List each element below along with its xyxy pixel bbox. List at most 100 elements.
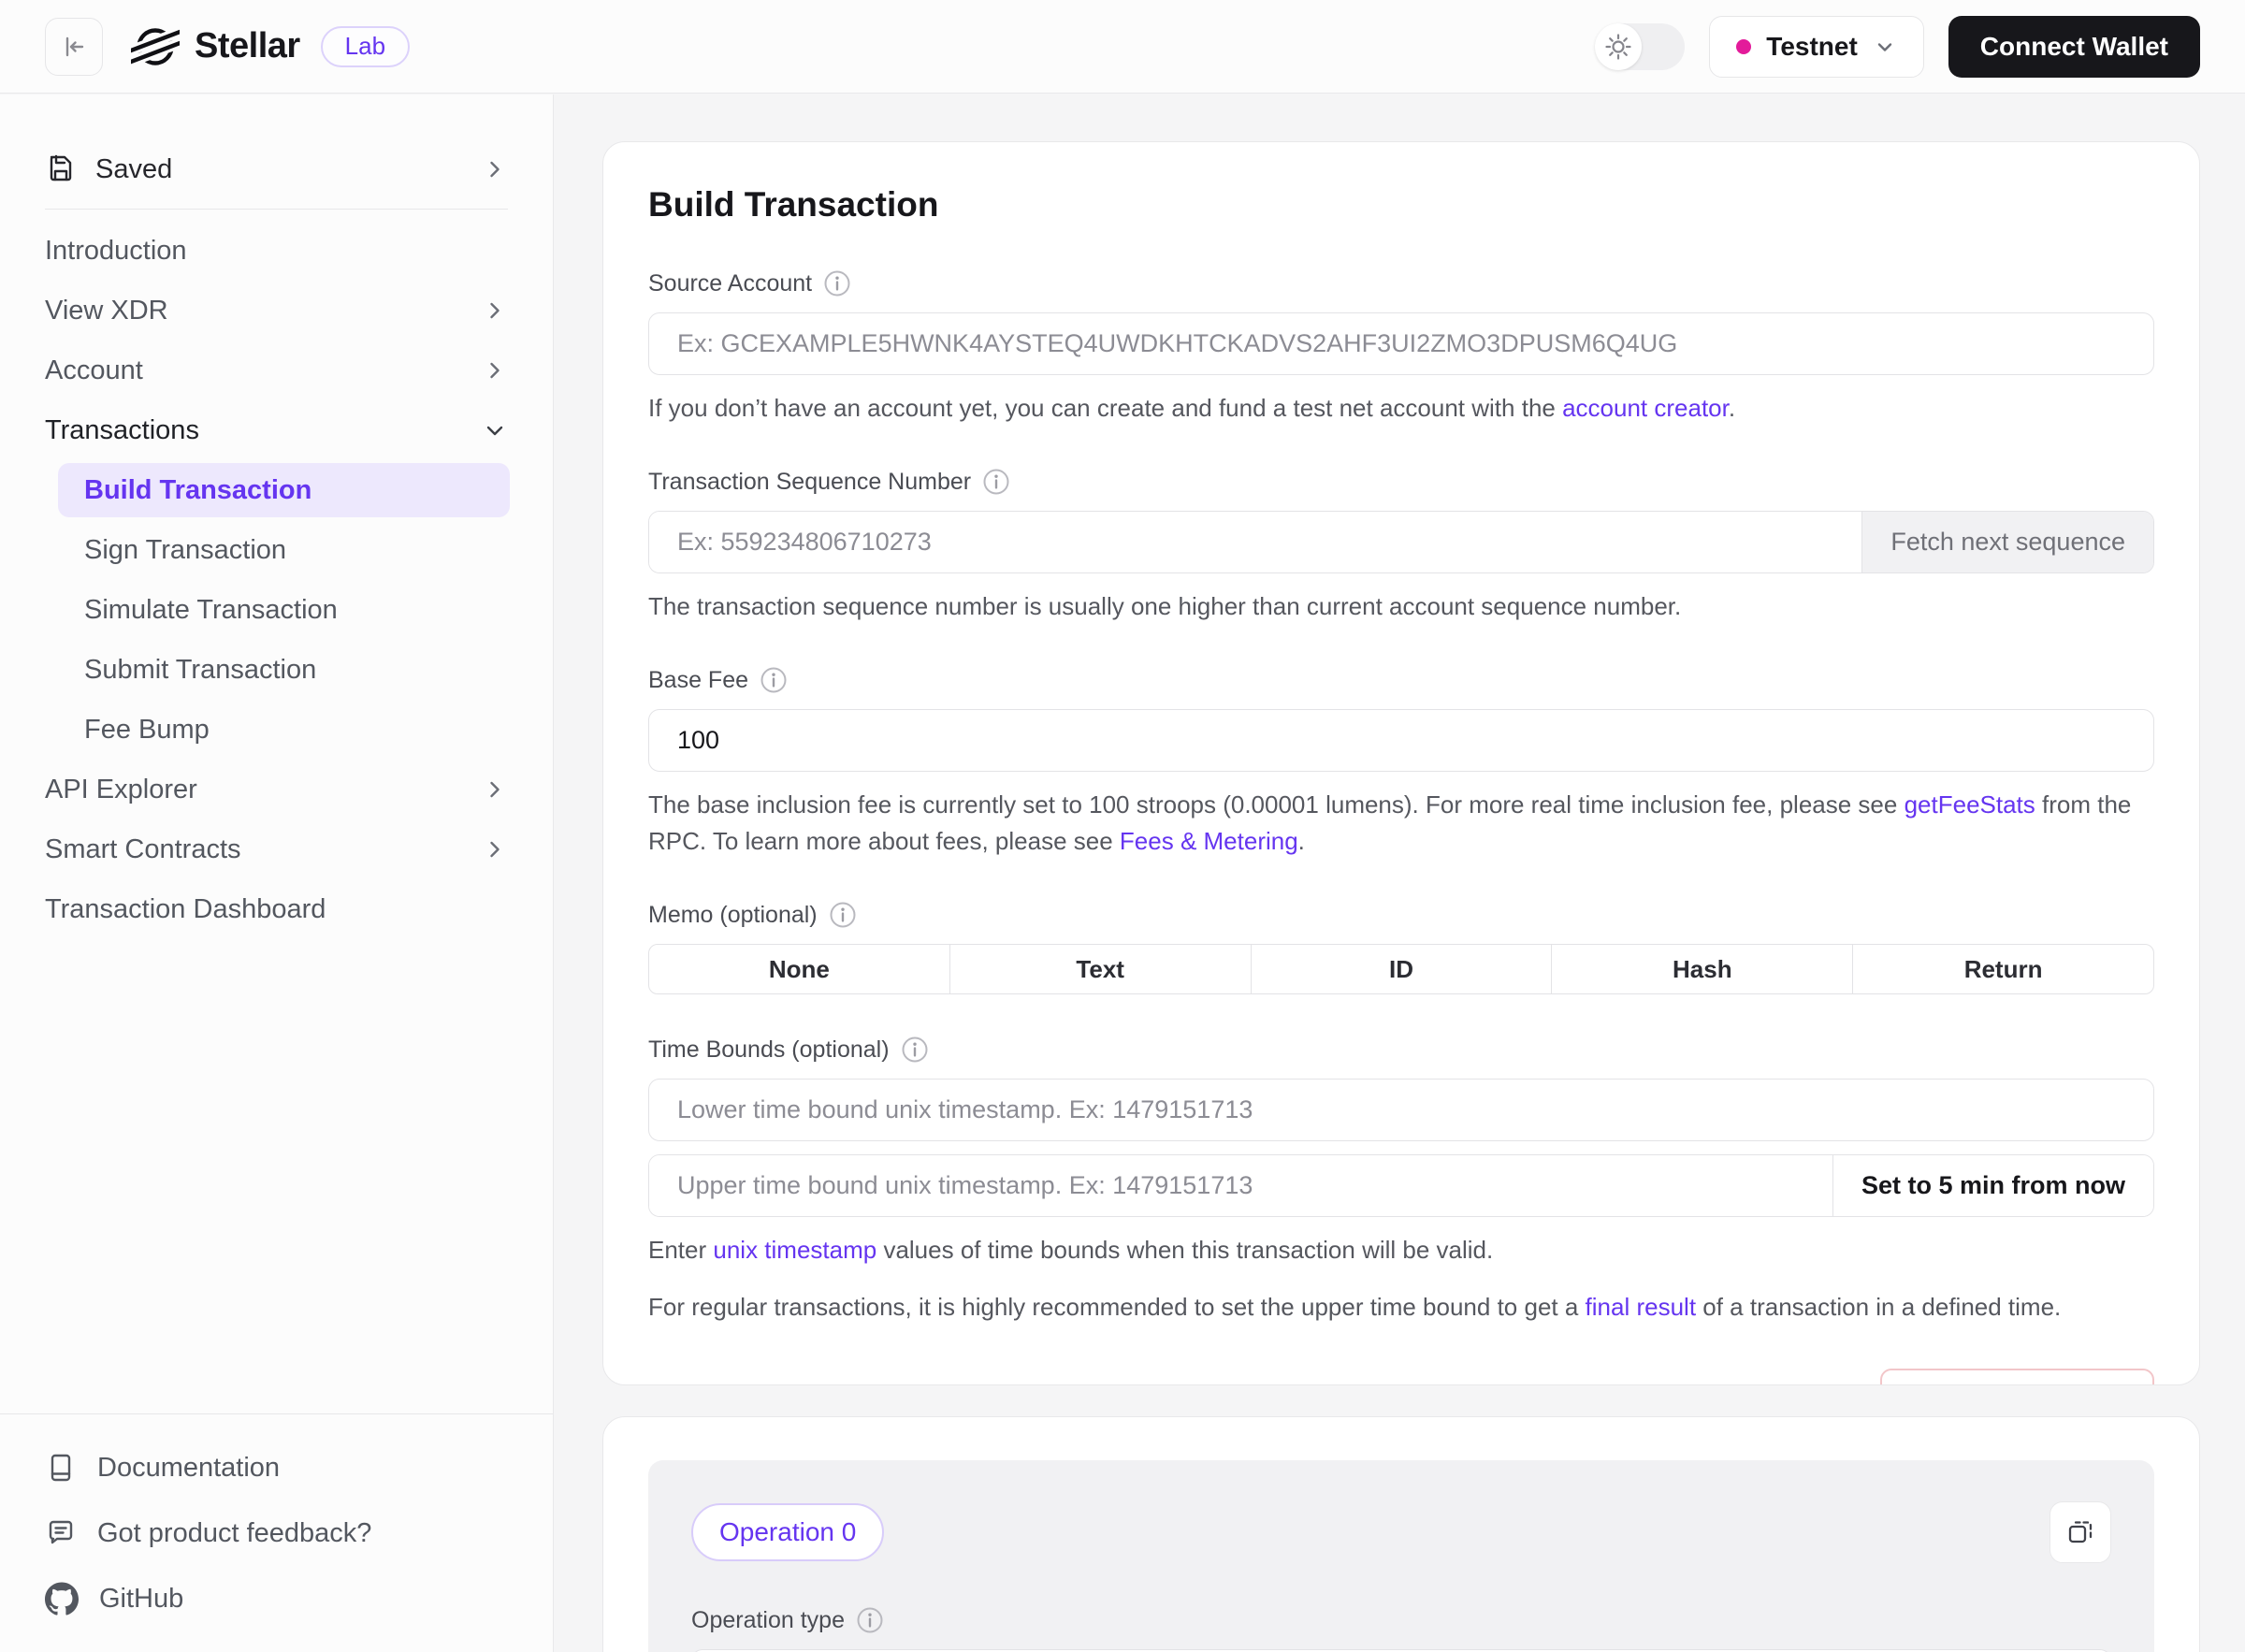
sidebar-item-label: Documentation [97,1453,280,1484]
memo-tab-hash[interactable]: Hash [1551,945,1852,993]
sidebar-item-label: Introduction [45,236,187,267]
sidebar-item-label: GitHub [99,1584,183,1615]
sidebar-item-label: Account [45,355,143,386]
info-icon[interactable] [823,269,851,297]
info-icon[interactable] [982,468,1010,496]
network-label: Testnet [1766,32,1858,62]
info-icon[interactable] [856,1606,884,1634]
clear-params-label: Clear Params [1910,1384,2083,1386]
lab-badge: Lab [321,26,410,67]
sidebar-item-sign-transaction[interactable]: Sign Transaction [0,520,553,580]
sidebar-item-documentation[interactable]: Documentation [0,1435,553,1500]
info-icon[interactable] [829,901,857,929]
chevron-right-icon [482,776,508,803]
helper-text: Enter [648,1236,713,1264]
base-fee-label: Base Fee [648,667,748,694]
source-account-label: Source Account [648,270,812,297]
set-5-min-button[interactable]: Set to 5 min from now [1832,1155,2153,1216]
sidebar-item-smart-contracts[interactable]: Smart Contracts [0,819,553,879]
time-bounds-label: Time Bounds (optional) [648,1036,890,1064]
helper-text: The base inclusion fee is currently set … [648,790,1905,819]
chevron-right-icon [482,297,508,324]
sidebar-item-label: Transactions [45,415,199,446]
sidebar-item-account[interactable]: Account [0,341,553,400]
operations-card: Operation 0 Operation type Sel [602,1416,2200,1652]
getfeestats-link[interactable]: getFeeStats [1905,790,2035,819]
save-icon [45,153,77,185]
sidebar-item-introduction[interactable]: Introduction [0,221,553,281]
sidebar: Saved Introduction View XDR Account Tran… [0,94,554,1652]
lower-time-bound-input[interactable] [648,1079,2154,1141]
memo-label: Memo (optional) [648,902,818,929]
sidebar-item-label: API Explorer [45,775,197,805]
operation-badge: Operation 0 [691,1503,884,1561]
sidebar-item-api-explorer[interactable]: API Explorer [0,760,553,819]
theme-toggle-knob [1595,23,1642,70]
theme-toggle[interactable] [1595,23,1685,70]
sidebar-item-view-xdr[interactable]: View XDR [0,281,553,341]
collapse-sidebar-button[interactable] [45,18,103,76]
sidebar-item-build-transaction[interactable]: Build Transaction [58,463,510,517]
chevron-down-icon [1873,35,1897,59]
sidebar-item-fee-bump[interactable]: Fee Bump [0,700,553,760]
upper-time-bound-input[interactable] [649,1155,1832,1216]
sidebar-item-github[interactable]: GitHub [0,1566,553,1631]
sequence-helper: The transaction sequence number is usual… [648,588,2154,625]
memo-tab-none[interactable]: None [649,945,949,993]
info-icon[interactable] [760,666,788,694]
sequence-number-input[interactable] [649,512,1861,572]
memo-tab-id[interactable]: ID [1251,945,1552,993]
top-header: Stellar Lab Testnet Connect W [0,0,2245,94]
sidebar-nav: Saved Introduction View XDR Account Tran… [0,94,553,1413]
helper-text: values of time bounds when this transact… [876,1236,1493,1264]
sidebar-item-label: Submit Transaction [84,655,316,686]
network-status-dot [1736,39,1751,54]
sidebar-item-label: Fee Bump [84,715,210,746]
collapse-sidebar-icon [59,32,89,62]
sidebar-item-label: Transaction Dashboard [45,894,326,925]
source-account-helper: If you don’t have an account yet, you ca… [648,390,2154,427]
sidebar-item-transaction-dashboard[interactable]: Transaction Dashboard [0,879,553,939]
memo-tab-return[interactable]: Return [1852,945,2153,993]
brand-name: Stellar [195,26,300,66]
sidebar-item-submit-transaction[interactable]: Submit Transaction [0,640,553,700]
duplicate-operation-button[interactable] [2049,1501,2111,1563]
fetch-next-sequence-button[interactable]: Fetch next sequence [1861,512,2153,572]
sidebar-footer: Documentation Got product feedback? GitH… [0,1413,553,1652]
sidebar-item-feedback[interactable]: Got product feedback? [0,1500,553,1566]
info-icon[interactable] [901,1036,929,1064]
connect-wallet-button[interactable]: Connect Wallet [1948,16,2200,78]
base-fee-input[interactable] [648,709,2154,772]
stellar-logo-icon [131,22,180,71]
unix-timestamp-link[interactable]: unix timestamp [713,1236,876,1264]
helper-text: For regular transactions, it is highly r… [648,1293,1586,1321]
fees-metering-link[interactable]: Fees & Metering [1120,827,1298,855]
helper-text: If you don’t have an account yet, you ca… [648,394,1562,422]
memo-tab-group: None Text ID Hash Return [648,944,2154,994]
sidebar-item-label: Smart Contracts [45,834,241,865]
time-bounds-helper-1: Enter unix timestamp values of time boun… [648,1232,2154,1268]
clear-params-button[interactable]: Clear Params [1880,1369,2154,1385]
chevron-right-icon [482,156,508,182]
account-creator-link[interactable]: account creator [1562,394,1729,422]
sidebar-item-simulate-transaction[interactable]: Simulate Transaction [0,580,553,640]
network-selector[interactable]: Testnet [1709,16,1924,78]
chevron-right-icon [482,357,508,384]
helper-text: of a transaction in a defined time. [1696,1293,2061,1321]
memo-tab-text[interactable]: Text [949,945,1251,993]
sequence-number-label: Transaction Sequence Number [648,469,971,496]
final-result-link[interactable]: final result [1586,1293,1697,1321]
header-actions: Testnet Connect Wallet [1595,16,2200,78]
base-fee-helper: The base inclusion fee is currently set … [648,787,2154,860]
sidebar-item-transactions[interactable]: Transactions [0,400,553,460]
sidebar-item-label: Simulate Transaction [84,595,338,626]
chevron-down-icon [482,417,508,443]
book-icon [45,1452,77,1484]
github-icon [45,1582,79,1616]
build-transaction-card: Build Transaction Source Account If you … [602,141,2200,1385]
page-title: Build Transaction [648,185,2154,225]
brand[interactable]: Stellar [131,22,300,71]
sidebar-item-saved[interactable]: Saved [0,139,553,199]
source-account-input[interactable] [648,312,2154,375]
sidebar-divider [45,209,508,210]
